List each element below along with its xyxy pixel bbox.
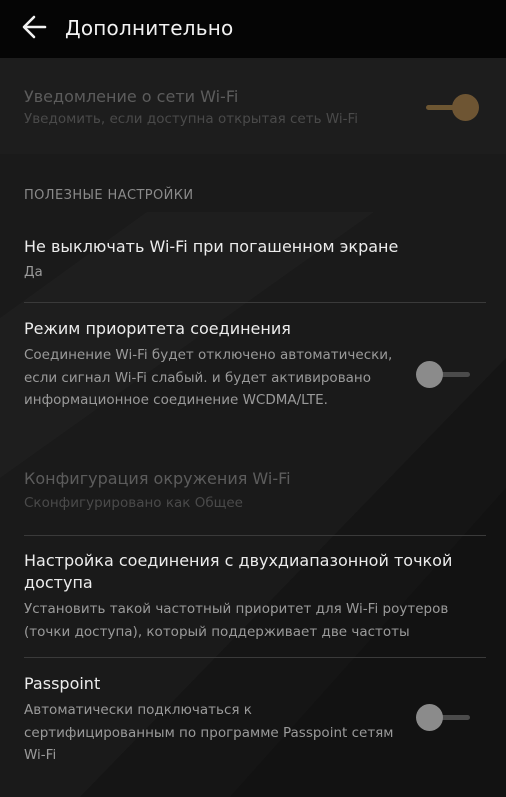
switch-thumb (416, 361, 443, 388)
passpoint-pref[interactable]: Passpoint Автоматически подключаться к с… (24, 673, 404, 767)
keep-wifi-on-sleep-title: Не выключать Wi-Fi при погашенном экране (24, 237, 399, 256)
connection-priority-switch[interactable] (416, 360, 472, 390)
connection-priority-pref[interactable]: Режим приоритета соединения Соединение W… (24, 318, 404, 412)
arrow-left-icon (21, 15, 47, 43)
passpoint-summary: Автоматически подключаться к сертифициро… (24, 702, 394, 763)
wifi-environment-title: Конфигурация окружения Wi-Fi (24, 469, 291, 488)
dual-band-ap-summary: Установить такой частотный приоритет для… (24, 601, 449, 640)
wifi-environment-summary: Сконфигурировано как Общее (24, 495, 243, 511)
switch-thumb (452, 94, 479, 121)
back-button[interactable] (14, 11, 54, 47)
wifi-notification-summary: Уведомить, если доступна открытая сеть W… (24, 111, 359, 127)
divider (24, 657, 486, 658)
wifi-notification-switch[interactable] (426, 93, 482, 123)
wifi-environment-pref[interactable]: Конфигурация окружения Wi-Fi Сконфигурир… (24, 468, 424, 515)
divider (24, 302, 486, 303)
wifi-notification-title: Уведомление о сети Wi-Fi (24, 87, 239, 106)
passpoint-switch[interactable] (416, 703, 472, 733)
keep-wifi-on-sleep-summary: Да (24, 264, 43, 280)
passpoint-title: Passpoint (24, 674, 101, 693)
page-title: Дополнительно (65, 16, 234, 40)
switch-thumb (416, 704, 443, 731)
dual-band-ap-title: Настройка соединения с двухдиапазонной т… (24, 551, 453, 592)
divider (24, 535, 486, 536)
section-header-area (0, 154, 506, 212)
dual-band-ap-pref[interactable]: Настройка соединения с двухдиапазонной т… (24, 550, 464, 643)
connection-priority-summary: Соединение Wi-Fi будет отключено автомат… (24, 347, 393, 408)
connection-priority-title: Режим приоритета соединения (24, 319, 291, 338)
keep-wifi-on-sleep-pref[interactable]: Не выключать Wi-Fi при погашенном экране… (24, 236, 424, 284)
app-bar: Дополнительно (0, 0, 506, 58)
wifi-notification-pref[interactable]: Уведомление о сети Wi-Fi Уведомить, если… (24, 86, 424, 131)
section-header: ПОЛЕЗНЫЕ НАСТРОЙКИ (24, 188, 194, 203)
